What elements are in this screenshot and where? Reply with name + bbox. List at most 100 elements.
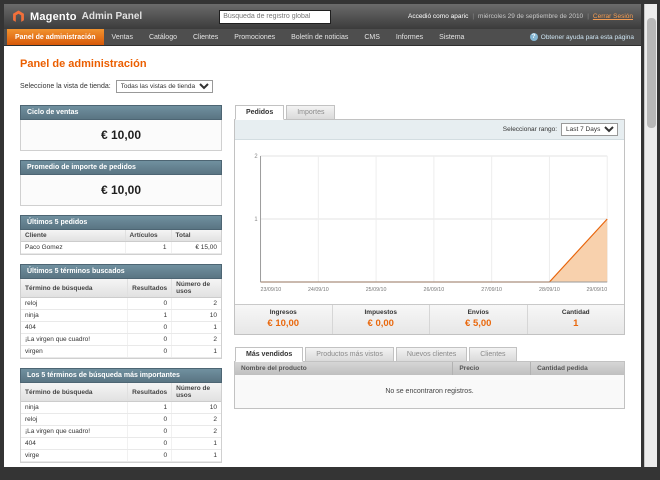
- global-search: [219, 9, 332, 24]
- cell-results: 0: [127, 425, 173, 438]
- last-orders-box: Últimos 5 pedidos Cliente Artículos Tota…: [20, 215, 222, 255]
- total-tax: Impuestos € 0,00: [333, 305, 430, 334]
- cell-uses: 1: [171, 437, 221, 450]
- cell-term: reloj: [21, 413, 129, 426]
- vertical-scrollbar[interactable]: [644, 4, 657, 467]
- grids-block: Más vendidos Productos más vistos Nuevos…: [234, 347, 625, 409]
- tab-orders[interactable]: Pedidos: [235, 105, 285, 120]
- scrollbar-thumb[interactable]: [647, 18, 656, 128]
- dashboard-sidebar: Ciclo de ventas € 10,00 Promedio de impo…: [20, 105, 222, 466]
- store-switcher-select[interactable]: Todas las vistas de tienda: [115, 80, 213, 93]
- range-bar: Seleccionar rango: Last 7 Days: [235, 120, 624, 140]
- svg-text:24/09/10: 24/09/10: [308, 287, 329, 293]
- cell-results: 0: [127, 449, 173, 462]
- col-header: Precio: [452, 362, 532, 375]
- magento-admin-dashboard: { "header": { "brand": "Magento", "brand…: [0, 0, 660, 480]
- table-row[interactable]: reloj 0 2: [21, 297, 221, 310]
- cell-results: 1: [127, 309, 173, 322]
- total-value: € 5,00: [465, 318, 492, 329]
- total-quantity: Cantidad 1: [528, 305, 625, 334]
- table-row[interactable]: 404 0 1: [21, 321, 221, 334]
- cell-uses: 1: [171, 321, 221, 334]
- col-header: Resultados: [127, 383, 173, 402]
- svg-text:2: 2: [254, 154, 257, 160]
- table-row[interactable]: ¡La virgen que cuadro! 0 2: [21, 333, 221, 346]
- total-revenue: Ingresos € 10,00: [235, 305, 333, 334]
- nav-item-system[interactable]: Sistema: [431, 29, 472, 45]
- table-row[interactable]: virgen 0 1: [21, 345, 221, 358]
- content-area: Panel de administración Seleccione la vi…: [4, 46, 641, 466]
- nav-item-newsletter[interactable]: Boletín de noticias: [283, 29, 356, 45]
- lifetime-sales-box: Ciclo de ventas € 10,00: [20, 105, 222, 151]
- average-orders-box: Promedio de importe de pedidos € 10,00: [20, 160, 222, 206]
- table-row[interactable]: Paco Gomez 1 € 15,00: [21, 241, 221, 254]
- col-header: Total: [171, 230, 221, 242]
- col-header: Cantidad pedida: [530, 362, 624, 375]
- main-nav: Panel de administración Ventas Catálogo …: [4, 29, 641, 46]
- header-separator: |: [587, 13, 589, 20]
- tab-customers[interactable]: Clientes: [469, 347, 517, 362]
- nav-item-sales[interactable]: Ventas: [104, 29, 141, 45]
- svg-text:28/09/10: 28/09/10: [539, 287, 560, 293]
- last-search-terms-title: Últimos 5 términos buscados: [20, 264, 222, 279]
- nav-item-cms[interactable]: CMS: [356, 29, 388, 45]
- svg-text:29/09/10: 29/09/10: [586, 287, 607, 293]
- table-row[interactable]: ninja 1 10: [21, 401, 221, 414]
- total-label: Impuestos: [364, 309, 397, 316]
- cell-uses: 1: [171, 449, 221, 462]
- global-search-input[interactable]: [219, 9, 332, 24]
- average-orders-title: Promedio de importe de pedidos: [20, 160, 222, 175]
- cell-uses: 2: [171, 413, 221, 426]
- table-row[interactable]: ¡La virgen que cuadro! 0 2: [21, 425, 221, 438]
- lifetime-sales-title: Ciclo de ventas: [20, 105, 222, 120]
- tab-amounts[interactable]: Importes: [286, 105, 336, 120]
- nav-item-promotions[interactable]: Promociones: [226, 29, 283, 45]
- empty-records-message: No se encontraron registros.: [235, 375, 624, 408]
- cell-term: 404: [21, 321, 129, 334]
- table-row[interactable]: virge 0 1: [21, 449, 221, 462]
- cell-results: 0: [127, 437, 173, 450]
- cell-total: € 15,00: [171, 241, 221, 254]
- cell-uses: 2: [171, 297, 221, 310]
- cell-term: reloj: [21, 297, 129, 310]
- header-user-area: Accedió como aparic | miércoles 29 de se…: [408, 13, 633, 20]
- table-row[interactable]: 404 0 1: [21, 437, 221, 450]
- cell-results: 0: [127, 333, 173, 346]
- products-grid-panel: Nombre del producto Precio Cantidad pedi…: [234, 361, 625, 409]
- col-header: Número de usos: [171, 383, 221, 402]
- sales-chart: 1 2 23/09/10 24/09/10 25/09/10 26/09/10 27/09/…: [254, 154, 608, 293]
- cell-results: 0: [127, 345, 173, 358]
- cell-results: 1: [127, 401, 173, 414]
- svg-text:23/09/10: 23/09/10: [261, 287, 282, 293]
- orders-panel: Seleccionar rango: Last 7 Days 1 2 23/09/1…: [234, 119, 625, 335]
- table-row[interactable]: reloj 0 2: [21, 413, 221, 426]
- col-header: Cliente: [21, 230, 126, 242]
- tab-most-viewed[interactable]: Productos más vistos: [305, 347, 394, 362]
- dashboard-main: Pedidos Importes Seleccionar rango: Last…: [234, 105, 625, 466]
- chart-wrap: 1 2 23/09/10 24/09/10 25/09/10 26/09/10 27/09/…: [235, 140, 624, 298]
- tab-bestsellers[interactable]: Más vendidos: [235, 347, 304, 362]
- top-search-terms-title: Los 5 términos de búsqueda más important…: [20, 368, 222, 383]
- tab-new-customers[interactable]: Nuevos clientes: [395, 347, 468, 362]
- table-row[interactable]: ninja 1 10: [21, 309, 221, 322]
- products-grid: Nombre del producto Precio Cantidad pedi…: [235, 362, 624, 375]
- cell-customer: Paco Gomez: [21, 241, 126, 254]
- cell-uses: 10: [171, 309, 221, 322]
- range-select[interactable]: Last 7 Days: [561, 123, 618, 136]
- nav-item-dashboard[interactable]: Panel de administración: [7, 29, 104, 45]
- svg-text:25/09/10: 25/09/10: [366, 287, 387, 293]
- page-help-link[interactable]: ? Obtener ayuda para esta página: [529, 29, 638, 45]
- cell-uses: 2: [171, 333, 221, 346]
- logout-link[interactable]: Cerrar Sesión: [593, 13, 633, 20]
- cell-term: 404: [21, 437, 129, 450]
- total-label: Envíos: [467, 309, 489, 316]
- svg-text:1: 1: [254, 217, 257, 223]
- page-title: Panel de administración: [20, 58, 147, 70]
- nav-item-reports[interactable]: Informes: [388, 29, 431, 45]
- brand-subtitle: Admin Panel: [81, 11, 143, 22]
- nav-item-catalog[interactable]: Catálogo: [141, 29, 185, 45]
- top-search-terms-table: Término de búsqueda Resultados Número de…: [21, 383, 221, 462]
- cell-items: 1: [125, 241, 172, 254]
- nav-item-customers[interactable]: Clientes: [185, 29, 226, 45]
- total-value: € 10,00: [267, 318, 300, 329]
